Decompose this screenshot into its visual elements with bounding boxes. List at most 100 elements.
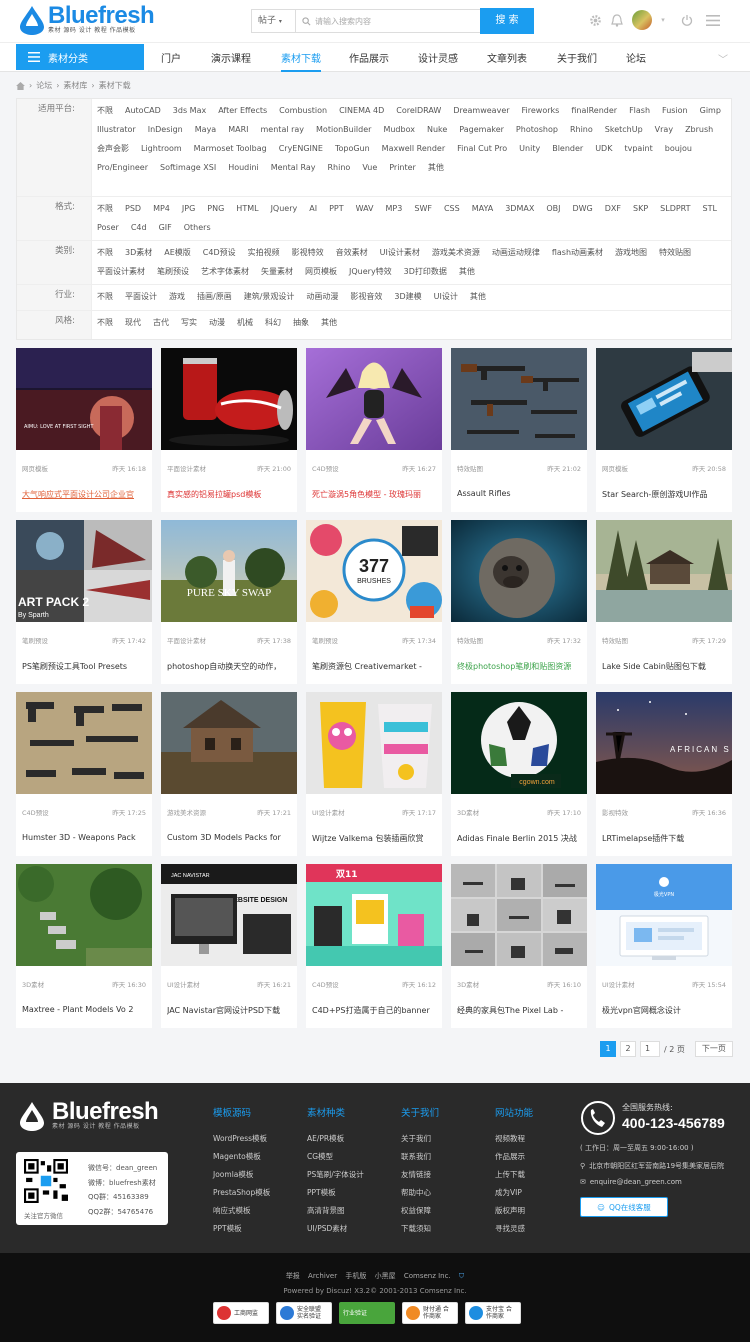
filter-option[interactable]: 其他 xyxy=(459,262,475,281)
filter-option[interactable]: SKP xyxy=(633,199,648,218)
resource-card[interactable]: cgown.com 3D素材 昨天 17:10 Adidas Finale Berli… xyxy=(451,692,587,856)
resource-card[interactable]: C4D预设 昨天 16:27 死亡漩涡5角色模型 - 玫瑰玛丽 xyxy=(306,348,442,512)
filter-option[interactable]: 3ds Max xyxy=(173,101,206,120)
resource-thumbnail[interactable] xyxy=(451,348,587,450)
filter-option[interactable]: UI设计素材 xyxy=(380,243,420,262)
footer-link[interactable]: 下载须知 xyxy=(401,1220,439,1238)
filter-option[interactable]: PSD xyxy=(125,199,141,218)
filter-option[interactable]: Gimp xyxy=(700,101,721,120)
filter-option[interactable]: SketchUp xyxy=(605,120,643,139)
card-title[interactable]: 终极photoshop笔刷和贴图资源 xyxy=(457,661,581,672)
filter-option[interactable]: Vray xyxy=(655,120,673,139)
card-title[interactable]: JAC Navistar官网设计PSD下载 xyxy=(167,1005,291,1016)
card-category[interactable]: 影视特效 xyxy=(602,807,628,817)
search-scope-select[interactable]: 帖子 ▾ xyxy=(251,9,295,33)
footer-link[interactable]: PS笔刷/字体设计 xyxy=(307,1166,364,1184)
resource-card[interactable]: 特效贴图 昨天 21:02 Assault Rifles xyxy=(451,348,587,512)
filter-option[interactable]: Lightroom xyxy=(141,139,182,158)
filter-option[interactable]: Illustrator xyxy=(97,120,136,139)
resource-card[interactable]: 特效贴图 昨天 17:29 Lake Side Cabin贴图包下载 xyxy=(596,520,732,684)
filter-option[interactable]: Zbrush xyxy=(685,120,713,139)
filter-option[interactable]: JQuery特效 xyxy=(349,262,392,281)
card-title[interactable]: photoshop自动换天空的动作， xyxy=(167,661,291,672)
filter-option[interactable]: C4D预设 xyxy=(203,243,236,262)
filter-option[interactable]: After Effects xyxy=(218,101,267,120)
filter-option[interactable]: 动漫 xyxy=(209,313,225,332)
filter-option[interactable]: JQuery xyxy=(271,199,298,218)
filter-option[interactable]: Marmoset Toolbag xyxy=(194,139,267,158)
filter-option[interactable]: flash动画素材 xyxy=(552,243,603,262)
filter-option[interactable]: Pro/Engineer xyxy=(97,158,148,177)
card-title[interactable]: Custom 3D Models Packs for xyxy=(167,833,291,842)
card-category[interactable]: C4D预设 xyxy=(312,463,339,473)
filter-option[interactable]: 不限 xyxy=(97,101,113,120)
filter-option[interactable]: boujou xyxy=(665,139,692,158)
report-link[interactable]: 举报 xyxy=(286,1272,300,1280)
resource-card[interactable]: AIMU: LOVE AT FIRST SIGHT 网页模板 昨天 16:18 大气响… xyxy=(16,348,152,512)
resource-thumbnail[interactable] xyxy=(596,348,732,450)
filter-option[interactable]: OBJ xyxy=(546,199,560,218)
resource-card[interactable]: AFRICAN S 影视特效 昨天 16:36 LRTimelapse插件下载 xyxy=(596,692,732,856)
filter-option[interactable]: 动画运动规律 xyxy=(492,243,540,262)
resource-card[interactable]: 双11 C4D预设 昨天 16:12 C4D+PS打造属于自己的banner xyxy=(306,864,442,1028)
filter-option[interactable]: 影视音效 xyxy=(350,287,382,306)
filter-option[interactable]: 古代 xyxy=(153,313,169,332)
footer-link[interactable]: AE/PR模板 xyxy=(307,1130,364,1148)
filter-option[interactable]: Rhino xyxy=(570,120,593,139)
footer-link[interactable]: 上传下载 xyxy=(495,1166,533,1184)
resource-thumbnail[interactable]: JAC NAVISTAR WEBSITE DESIGN xyxy=(161,864,297,966)
filter-option[interactable]: Houdini xyxy=(228,158,259,177)
filter-option[interactable]: Printer xyxy=(389,158,416,177)
filter-option[interactable]: MotionBuilder xyxy=(316,120,371,139)
nav-item-courses[interactable]: 演示课程 xyxy=(211,50,251,65)
resource-thumbnail[interactable] xyxy=(306,692,442,794)
resource-card[interactable]: 极光VPN UI设计素材 昨天 15:54 极光vpn官网概念设计 xyxy=(596,864,732,1028)
filter-option[interactable]: 特效贴图 xyxy=(659,243,691,262)
resource-card[interactable]: C4D预设 昨天 17:25 Humster 3D - Weapons Pack xyxy=(16,692,152,856)
filter-option[interactable]: Unity xyxy=(519,139,540,158)
breadcrumb-library[interactable]: 素材库 xyxy=(63,80,87,91)
filter-option[interactable]: JPG xyxy=(182,199,195,218)
resource-thumbnail[interactable] xyxy=(451,864,587,966)
bell-icon[interactable] xyxy=(610,13,624,27)
filter-option[interactable]: PNG xyxy=(207,199,224,218)
filter-option[interactable]: Maya xyxy=(195,120,216,139)
resource-thumbnail[interactable] xyxy=(161,348,297,450)
card-category[interactable]: 游戏美术资源 xyxy=(167,807,206,817)
breadcrumb-downloads[interactable]: 素材下载 xyxy=(99,80,131,91)
card-title[interactable]: Humster 3D - Weapons Pack xyxy=(22,833,146,842)
filter-option[interactable]: MAYA xyxy=(472,199,494,218)
filter-option[interactable]: UDK xyxy=(595,139,612,158)
resource-thumbnail[interactable]: PURE SKY SWAP xyxy=(161,520,297,622)
filter-option[interactable]: Dreamweaver xyxy=(453,101,509,120)
resource-card[interactable]: 3D素材 昨天 16:10 经典的家具包The Pixel Lab - xyxy=(451,864,587,1028)
card-title[interactable]: Wijtze Valkema 包装插画欣赏 xyxy=(312,833,436,844)
filter-option[interactable]: Fusion xyxy=(662,101,688,120)
gear-icon[interactable] xyxy=(588,13,602,27)
filter-option[interactable]: MP3 xyxy=(386,199,403,218)
resource-thumbnail[interactable] xyxy=(161,692,297,794)
footer-link[interactable]: 版权声明 xyxy=(495,1202,533,1220)
trust-badge[interactable]: 工商网监 xyxy=(213,1302,269,1324)
home-icon[interactable] xyxy=(16,81,25,90)
filter-option[interactable]: GIF xyxy=(159,218,172,237)
filter-option[interactable]: CryENGINE xyxy=(279,139,323,158)
card-title[interactable]: 大气响应式平面设计公司企业官 xyxy=(22,489,146,500)
resource-card[interactable]: 游戏美术资源 昨天 17:21 Custom 3D Models Packs for xyxy=(161,692,297,856)
card-title[interactable]: PS笔刷预设工具Tool Presets xyxy=(22,661,146,672)
filter-option[interactable]: Rhino xyxy=(327,158,350,177)
trust-badge[interactable]: 安全联盟 实名验证 xyxy=(276,1302,332,1324)
card-title[interactable]: 经典的家具包The Pixel Lab - xyxy=(457,1005,581,1016)
filter-option[interactable]: STL xyxy=(703,199,717,218)
card-title[interactable]: LRTimelapse插件下载 xyxy=(602,833,726,844)
footer-link[interactable]: 成为VIP xyxy=(495,1184,533,1202)
resource-thumbnail[interactable]: 极光VPN xyxy=(596,864,732,966)
filter-option[interactable]: Maxwell Render xyxy=(382,139,445,158)
filter-option[interactable]: 会声会影 xyxy=(97,139,129,158)
brand-logo[interactable]: Bluefresh 素材 源码 设计 教程 作品模板 xyxy=(16,4,155,36)
filter-option[interactable]: 游戏 xyxy=(169,287,185,306)
filter-option[interactable]: 3D打印数据 xyxy=(404,262,447,281)
nav-item-portal[interactable]: 门户 xyxy=(161,50,181,65)
card-category[interactable]: 平面设计素材 xyxy=(167,463,206,473)
filter-option[interactable]: 平面设计素材 xyxy=(97,262,145,281)
